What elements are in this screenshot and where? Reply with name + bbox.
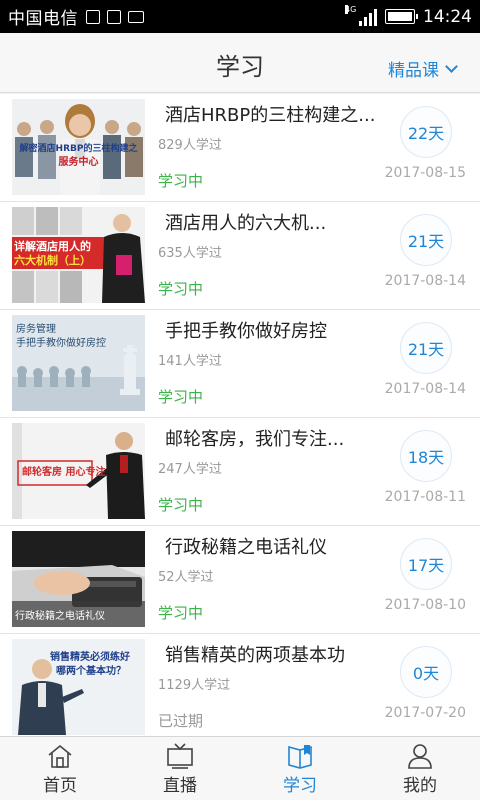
course-thumbnail: 行政秘籍之电话礼仪 — [12, 531, 145, 627]
course-date: 2017-08-14 — [384, 381, 466, 397]
thumbnail-caption-2: 哪两个基本功？ — [56, 666, 126, 677]
user-icon — [408, 744, 432, 769]
course-status: 学习中 — [158, 280, 204, 298]
course-title: 销售精英的两项基本功 — [165, 645, 345, 666]
learner-count: 1129人学过 — [158, 678, 231, 693]
network-type: 4G — [345, 4, 357, 14]
tab-live[interactable]: 直播 — [120, 737, 240, 800]
course-thumbnail: 房务管理 手把手教你做好房控 — [12, 315, 145, 411]
learner-count: 141人学过 — [158, 354, 222, 369]
course-status: 学习中 — [158, 388, 204, 406]
thumbnail-caption-1: 行政秘籍之电话礼仪 — [15, 611, 105, 622]
status-bar: 中国电信 4G 14:24 — [0, 0, 480, 33]
tab-mine-label: 我的 — [403, 776, 437, 796]
course-title: 邮轮客房，我们专注... — [165, 429, 345, 450]
course-status: 学习中 — [158, 496, 204, 514]
days-badge: 18天 — [400, 430, 452, 482]
thumbnail-caption-2: 六大机制（上） — [14, 254, 91, 267]
course-item[interactable]: 销售精英必须练好 哪两个基本功？ 销售精英的两项基本功 1129人学过 已过期 … — [0, 634, 480, 742]
tv-icon — [167, 743, 193, 769]
battery-icon — [385, 9, 418, 24]
course-status: 已过期 — [158, 712, 204, 730]
course-status: 学习中 — [158, 604, 204, 622]
notification-icon — [86, 9, 100, 24]
filter-label: 精品课 — [388, 61, 439, 81]
learner-count: 52人学过 — [158, 570, 214, 585]
signal-icon: 4G — [345, 4, 377, 26]
thumbnail-caption-1: 房务管理 — [16, 324, 56, 335]
tab-home-label: 首页 — [43, 776, 77, 796]
carrier-name: 中国电信 — [8, 9, 78, 29]
thumbnail-caption-2: 服务中心 — [58, 157, 99, 168]
learner-count: 247人学过 — [158, 462, 222, 477]
course-status: 学习中 — [158, 172, 204, 190]
course-title: 行政秘籍之电话礼仪 — [165, 537, 327, 558]
course-item[interactable]: 房务管理 手把手教你做好房控 手把手教你做好房控 141人学过 学习中 21天 … — [0, 310, 480, 418]
tab-live-label: 直播 — [163, 776, 197, 796]
thumbnail-caption-2: 手把手教你做好房控 — [16, 338, 106, 349]
learner-count: 829人学过 — [158, 138, 222, 153]
course-item[interactable]: 行政秘籍之电话礼仪 行政秘籍之电话礼仪 52人学过 学习中 17天 2017-0… — [0, 526, 480, 634]
course-date: 2017-07-20 — [384, 705, 466, 721]
tab-mine[interactable]: 我的 — [360, 737, 480, 800]
tab-study-label: 学习 — [283, 776, 317, 796]
course-list: 解密酒店HRBP的三柱构建之 服务中心 酒店HRBP的三柱构建之... 829人… — [0, 94, 480, 742]
tab-study[interactable]: 学习 — [240, 737, 360, 800]
course-title: 酒店HRBP的三柱构建之... — [165, 105, 376, 126]
days-badge: 21天 — [400, 214, 452, 266]
clock: 14:24 — [423, 6, 472, 27]
days-badge: 21天 — [400, 322, 452, 374]
bottom-tab-bar: 首页 直播 学习 我的 — [0, 736, 480, 800]
course-item[interactable]: 解密酒店HRBP的三柱构建之 服务中心 酒店HRBP的三柱构建之... 829人… — [0, 94, 480, 202]
home-icon — [48, 744, 72, 768]
screen: 中国电信 4G 14:24 学习 精品课 解密酒店HRBP的三柱构建之 服务中心… — [0, 0, 480, 800]
thumbnail-caption-1: 详解酒店用人的 — [14, 240, 91, 253]
days-badge: 22天 — [400, 106, 452, 158]
days-badge: 0天 — [400, 646, 452, 698]
course-item[interactable]: 详解酒店用人的 六大机制（上） 酒店用人的六大机... 635人学过 学习中 2… — [0, 202, 480, 310]
chevron-down-icon — [445, 59, 458, 73]
app-header: 学习 精品课 — [0, 33, 480, 93]
course-thumbnail: 邮轮客房 用心专注 — [12, 423, 145, 519]
keyboard-icon — [128, 10, 144, 23]
thumbnail-caption-1: 邮轮客房 用心专注 — [22, 467, 106, 478]
course-thumbnail: 销售精英必须练好 哪两个基本功？ — [12, 639, 145, 735]
tab-home[interactable]: 首页 — [0, 737, 120, 800]
learner-count: 635人学过 — [158, 246, 222, 261]
course-thumbnail: 解密酒店HRBP的三柱构建之 服务中心 — [12, 99, 145, 195]
status-right: 4G 14:24 — [345, 4, 472, 27]
book-icon — [288, 745, 312, 769]
course-date: 2017-08-10 — [384, 597, 466, 613]
course-title: 手把手教你做好房控 — [165, 321, 327, 342]
course-date: 2017-08-14 — [384, 273, 466, 289]
thumbnail-caption-1: 销售精英必须练好 — [50, 652, 130, 663]
days-badge: 17天 — [400, 538, 452, 590]
course-date: 2017-08-11 — [384, 489, 466, 505]
course-title: 酒店用人的六大机... — [165, 213, 327, 234]
course-thumbnail: 详解酒店用人的 六大机制（上） — [12, 207, 145, 303]
image-icon — [107, 9, 121, 24]
thumbnail-caption-1: 解密酒店HRBP的三柱构建之 — [19, 144, 138, 154]
course-filter-dropdown[interactable]: 精品课 — [388, 56, 458, 81]
course-item[interactable]: 邮轮客房 用心专注 邮轮客房，我们专注... 247人学过 学习中 18天 20… — [0, 418, 480, 526]
status-icons — [86, 9, 144, 24]
course-date: 2017-08-15 — [384, 165, 466, 181]
